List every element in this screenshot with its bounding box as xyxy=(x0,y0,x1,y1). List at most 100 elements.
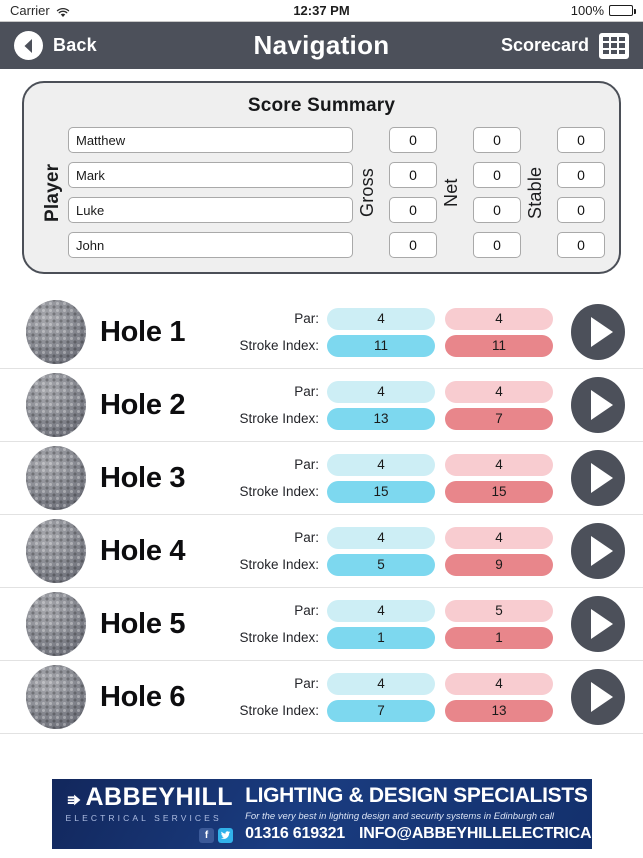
par-value-pink: 4 xyxy=(445,307,553,330)
par-value-pink: 4 xyxy=(445,526,553,549)
hole-stat-labels: Par: Stroke Index: xyxy=(239,381,319,430)
plug-icon xyxy=(66,789,84,807)
net-score-value[interactable]: 0 xyxy=(473,232,521,258)
stable-score-value[interactable]: 0 xyxy=(557,197,605,223)
play-button[interactable] xyxy=(571,669,625,725)
hole-name-label: Hole 1 xyxy=(100,315,186,348)
hole-stat-labels: Par: Stroke Index: xyxy=(239,600,319,649)
player-name-input[interactable] xyxy=(68,162,353,188)
ad-brand-name: ABBEYHILL xyxy=(85,783,234,811)
play-arrow-icon xyxy=(590,682,613,712)
par-value-pink: 5 xyxy=(445,599,553,622)
stroke-index-value-pink: 11 xyxy=(445,334,553,357)
hole-stats: Par: Stroke Index: 4 15 4 15 xyxy=(239,453,563,503)
hole-row[interactable]: Hole 1 Par: Stroke Index: 4 11 4 11 xyxy=(0,296,643,369)
par-label: Par: xyxy=(294,602,319,618)
play-button[interactable] xyxy=(571,450,625,506)
play-button[interactable] xyxy=(571,596,625,652)
golf-ball-icon xyxy=(26,300,86,364)
back-button[interactable]: Back xyxy=(14,31,97,60)
net-score-value[interactable]: 0 xyxy=(473,197,521,223)
ad-brand-logo: ABBEYHILL xyxy=(66,785,234,810)
gross-column-label: Gross xyxy=(357,168,377,218)
stroke-index-value-blue: 5 xyxy=(327,553,435,576)
advertisement-banner[interactable]: ABBEYHILL ELECTRICAL SERVICES f LIGHTING… xyxy=(51,779,592,849)
stroke-index-value-blue: 1 xyxy=(327,626,435,649)
par-value-pink: 4 xyxy=(445,453,553,476)
stable-score-value[interactable]: 0 xyxy=(557,232,605,258)
hole-name-label: Hole 5 xyxy=(100,607,186,640)
hole-stat-labels: Par: Stroke Index: xyxy=(239,527,319,576)
play-button[interactable] xyxy=(571,377,625,433)
status-bar-right: 100% xyxy=(570,3,636,18)
gross-score-value[interactable]: 0 xyxy=(389,197,437,223)
stroke-index-value-blue: 7 xyxy=(327,699,435,722)
par-value-blue: 4 xyxy=(327,453,435,476)
stroke-index-value-blue: 15 xyxy=(327,480,435,503)
gross-score-column: 0 0 0 0 xyxy=(389,127,437,258)
hole-row[interactable]: Hole 4 Par: Stroke Index: 4 5 4 9 xyxy=(0,515,643,588)
hole-stat-labels: Par: Stroke Index: xyxy=(239,454,319,503)
net-score-value[interactable]: 0 xyxy=(473,127,521,153)
carrier-label: Carrier xyxy=(10,3,50,18)
stroke-index-label: Stroke Index: xyxy=(239,556,319,572)
scorecard-button[interactable]: Scorecard xyxy=(501,32,629,59)
play-arrow-icon xyxy=(590,390,613,420)
ad-contact-line: 01316 619321 INFO@ABBEYHILLELECTRICAL.CO… xyxy=(245,825,591,843)
stable-score-value[interactable]: 0 xyxy=(557,162,605,188)
player-name-input[interactable] xyxy=(68,232,353,258)
stroke-index-value-pink: 7 xyxy=(445,407,553,430)
gross-score-value[interactable]: 0 xyxy=(389,162,437,188)
hole-name-label: Hole 6 xyxy=(100,680,186,713)
gross-score-value[interactable]: 0 xyxy=(389,127,437,153)
gross-score-value[interactable]: 0 xyxy=(389,232,437,258)
ad-social-links: f xyxy=(66,828,234,843)
ad-email-address[interactable]: INFO@ABBEYHILLELECTRICAL.COM xyxy=(359,825,592,843)
status-bar: Carrier 12:37 PM 100% xyxy=(0,0,643,22)
player-name-input[interactable] xyxy=(68,127,353,153)
red-tee-column: 5 1 xyxy=(445,599,553,649)
stroke-index-value-pink: 1 xyxy=(445,626,553,649)
stroke-index-label: Stroke Index: xyxy=(239,629,319,645)
play-button[interactable] xyxy=(571,523,625,579)
golf-ball-icon xyxy=(26,519,86,583)
stroke-index-label: Stroke Index: xyxy=(239,337,319,353)
par-value-blue: 4 xyxy=(327,526,435,549)
facebook-icon[interactable]: f xyxy=(199,828,215,843)
hole-row[interactable]: Hole 3 Par: Stroke Index: 4 15 4 15 xyxy=(0,442,643,515)
play-arrow-icon xyxy=(590,536,613,566)
twitter-icon[interactable] xyxy=(218,828,234,843)
net-score-value[interactable]: 0 xyxy=(473,162,521,188)
net-score-column: 0 0 0 0 xyxy=(473,127,521,258)
player-name-input[interactable] xyxy=(68,197,353,223)
player-column-label: Player xyxy=(42,163,63,222)
stable-score-value[interactable]: 0 xyxy=(557,127,605,153)
play-arrow-icon xyxy=(590,317,613,347)
score-summary-title: Score Summary xyxy=(247,95,396,116)
hole-row[interactable]: Hole 5 Par: Stroke Index: 4 1 5 1 xyxy=(0,588,643,661)
hole-name-label: Hole 4 xyxy=(100,534,186,567)
chevron-left-circle-icon xyxy=(14,31,43,60)
blue-tee-column: 4 13 xyxy=(327,380,435,430)
hole-row[interactable]: Hole 6 Par: Stroke Index: 4 7 4 13 xyxy=(0,661,643,734)
holes-list: Hole 1 Par: Stroke Index: 4 11 4 11 Hole… xyxy=(0,296,643,734)
status-bar-time: 12:37 PM xyxy=(293,3,350,18)
stroke-index-value-blue: 13 xyxy=(327,407,435,430)
ad-brand-subtitle: ELECTRICAL SERVICES xyxy=(65,813,222,823)
hole-stats: Par: Stroke Index: 4 1 5 1 xyxy=(239,599,563,649)
par-value-blue: 4 xyxy=(327,599,435,622)
back-button-label: Back xyxy=(53,35,97,55)
battery-percent-label: 100% xyxy=(570,3,604,18)
hole-name-label: Hole 2 xyxy=(100,388,186,421)
blue-tee-column: 4 11 xyxy=(327,307,435,357)
par-label: Par: xyxy=(294,529,319,545)
play-button[interactable] xyxy=(571,304,625,360)
par-value-blue: 4 xyxy=(327,307,435,330)
score-summary-body: Player Gross 0 0 0 0 Net 0 0 xyxy=(38,127,605,258)
ad-message-block: LIGHTING & DESIGN SPECIALISTS For the ve… xyxy=(241,779,591,849)
hole-row[interactable]: Hole 2 Par: Stroke Index: 4 13 4 7 xyxy=(0,369,643,442)
par-label: Par: xyxy=(294,310,319,326)
battery-icon xyxy=(609,5,636,16)
ad-phone-number[interactable]: 01316 619321 xyxy=(245,825,345,843)
play-arrow-icon xyxy=(590,463,613,493)
